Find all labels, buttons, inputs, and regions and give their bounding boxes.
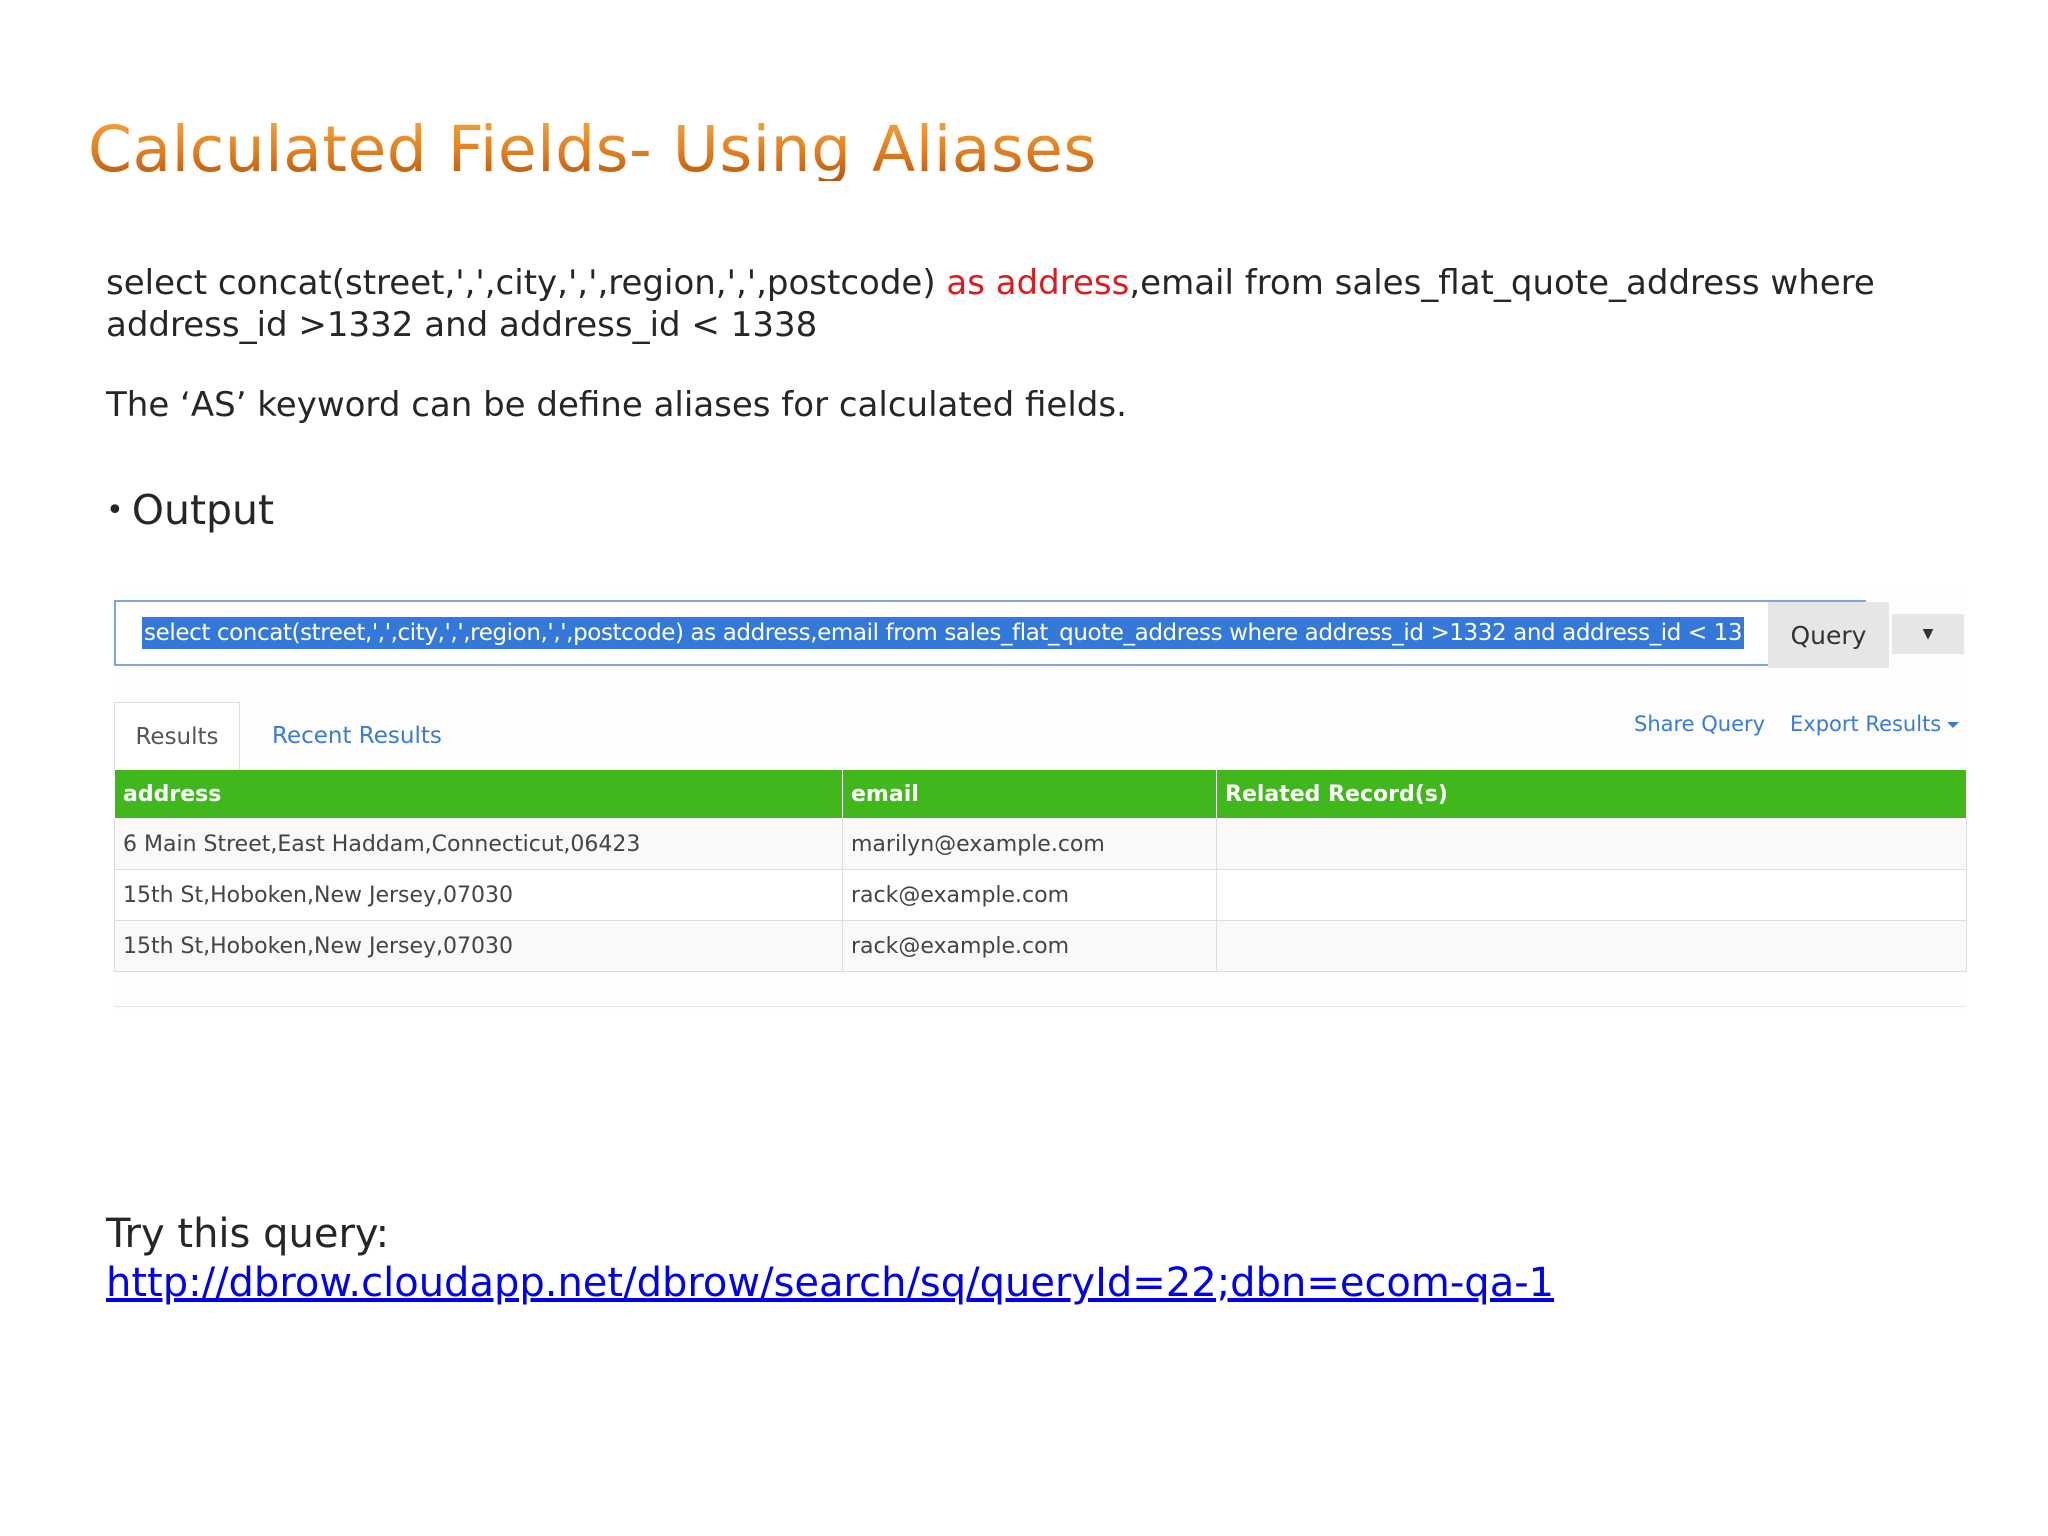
caret-down-icon: ▼ <box>1922 626 1934 642</box>
share-query-link[interactable]: Share Query <box>1634 712 1765 736</box>
column-header-address[interactable]: address <box>114 770 843 819</box>
column-header-email[interactable]: email <box>842 770 1217 819</box>
explanation-text: The ‘AS’ keyword can be define aliases f… <box>106 385 1127 425</box>
sql-part-before: select concat(street,',',city,',',region… <box>106 263 947 303</box>
cell-related-records[interactable] <box>1216 920 1967 972</box>
slide-title: Calculated Fields- Using Aliases <box>88 113 1097 186</box>
panel-divider <box>114 1006 1966 1007</box>
output-bullet-label: Output <box>131 486 275 534</box>
sql-alias-highlight: as address <box>946 263 1130 303</box>
table-row: 6 Main Street,East Haddam,Connecticut,06… <box>114 818 1967 870</box>
output-bullet: • Output <box>106 486 274 535</box>
cell-address: 6 Main Street,East Haddam,Connecticut,06… <box>114 818 843 870</box>
query-input-text: select concat(street,',',city,',',region… <box>142 617 1745 649</box>
cell-related-records[interactable] <box>1216 818 1967 870</box>
export-results-label: Export Results <box>1790 712 1942 736</box>
tab-recent-results[interactable]: Recent Results <box>272 702 442 770</box>
cell-address: 15th St,Hoboken,New Jersey,07030 <box>114 920 843 972</box>
cell-email: rack@example.com <box>842 869 1217 921</box>
results-table: address email Related Record(s) 6 Main S… <box>114 770 1967 972</box>
query-button[interactable]: Query <box>1768 602 1890 668</box>
caret-down-icon <box>1947 722 1960 728</box>
bullet-dot-icon: • <box>106 493 124 528</box>
table-header-row: address email Related Record(s) <box>114 770 1967 819</box>
export-results-link[interactable]: Export Results <box>1790 712 1960 736</box>
tab-results[interactable]: Results <box>114 702 240 770</box>
cell-email: rack@example.com <box>842 920 1217 972</box>
query-screenshot-panel: select concat(street,',',city,',',region… <box>112 584 1967 1014</box>
cell-related-records[interactable] <box>1216 869 1967 921</box>
query-input[interactable]: select concat(street,',',city,',',region… <box>114 600 1866 666</box>
sql-statement: select concat(street,',',city,',',region… <box>106 262 1956 346</box>
try-query-link[interactable]: http://dbrow.cloudapp.net/dbrow/search/s… <box>106 1258 1554 1308</box>
cell-email: marilyn@example.com <box>842 818 1217 870</box>
query-dropdown-button[interactable]: ▼ <box>1892 614 1964 654</box>
try-query-label: Try this query: <box>106 1211 390 1257</box>
column-header-related-records[interactable]: Related Record(s) <box>1216 770 1967 819</box>
table-row: 15th St,Hoboken,New Jersey,07030 rack@ex… <box>114 869 1967 921</box>
table-row: 15th St,Hoboken,New Jersey,07030 rack@ex… <box>114 920 1967 972</box>
cell-address: 15th St,Hoboken,New Jersey,07030 <box>114 869 843 921</box>
